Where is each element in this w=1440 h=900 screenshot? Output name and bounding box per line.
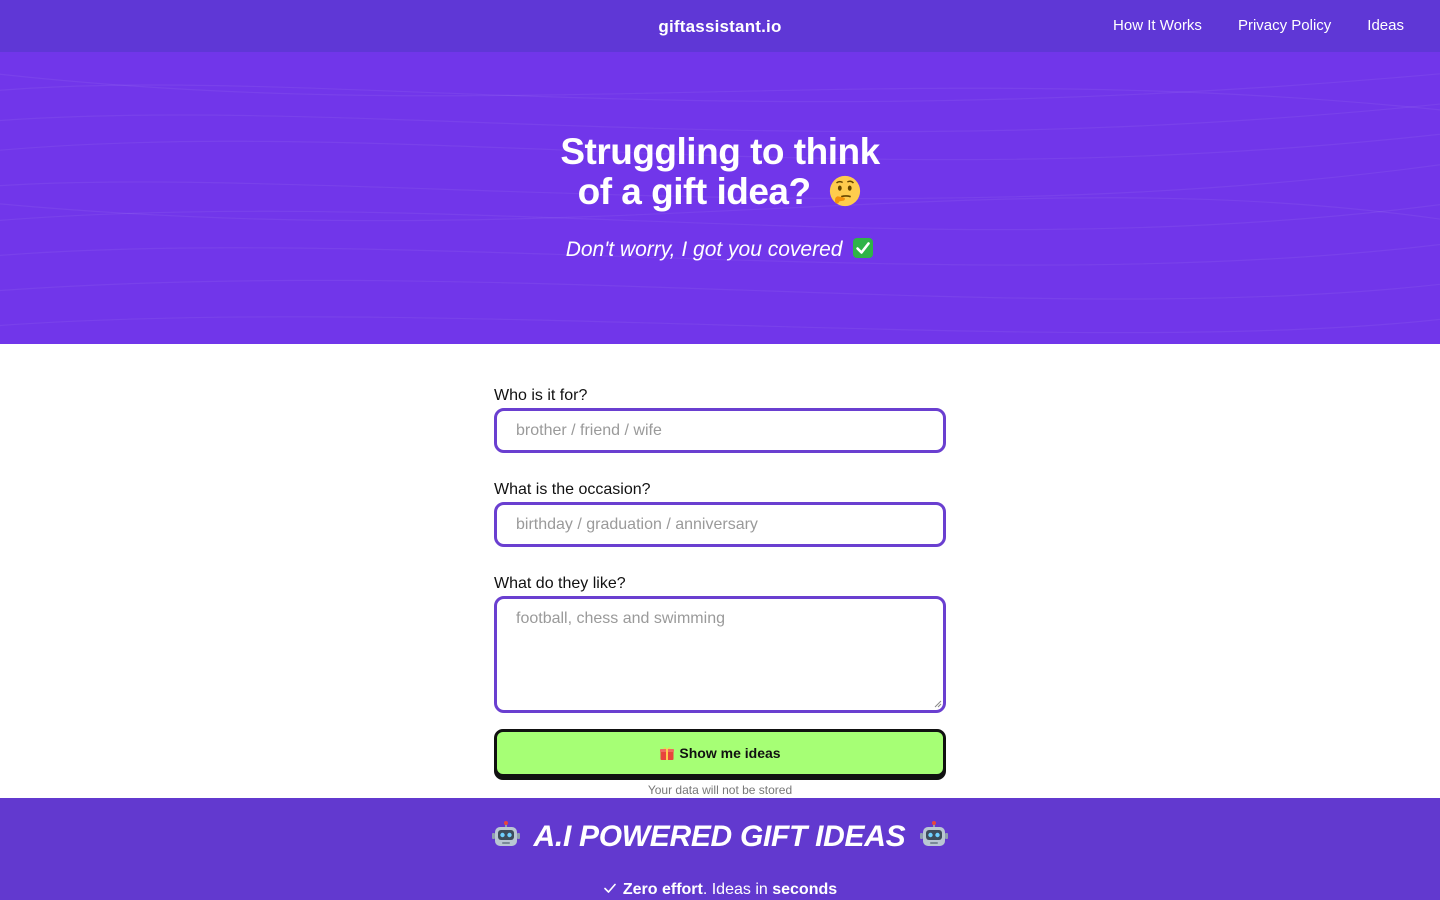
feature-item: Zero effort. Ideas in seconds [0,881,1440,899]
hero-subtitle-text: Don't worry, I got you covered [565,238,843,261]
likes-textarea[interactable] [494,596,946,713]
main-nav: How It Works Privacy Policy Ideas [1113,17,1404,34]
gift-icon [660,747,675,760]
top-navbar: giftassistant.io How It Works Privacy Po… [0,0,1440,52]
feature-bold-1: Zero effort [622,881,703,898]
check-box-icon [853,238,874,258]
feature-bold-2: seconds [772,881,838,898]
feature-text: . Ideas in [702,881,773,898]
features-title-text: A.I POWERED GIFT IDEAS [533,820,906,853]
show-ideas-button[interactable]: Show me ideas [494,729,946,777]
robot-icon [491,821,520,846]
likes-label: What do they like? [494,575,626,592]
thinking-face-icon [830,175,861,207]
checkmark-icon [604,883,616,893]
nav-ideas[interactable]: Ideas [1367,17,1404,34]
show-ideas-label: Show me ideas [679,745,781,761]
occasion-input[interactable] [494,502,946,547]
privacy-note: Your data will not be stored [647,783,793,797]
who-label: Who is it for? [494,387,588,404]
hero-section: Struggling to think of a gift idea? Don'… [0,52,1440,344]
features-section: A.I POWERED GIFT IDEAS Zero effort. Idea… [0,798,1440,900]
resize-handle-icon[interactable] [934,700,942,708]
who-input[interactable] [494,408,946,453]
hero-title-line2: of a gift idea? [577,171,812,212]
nav-privacy-policy[interactable]: Privacy Policy [1238,17,1331,34]
hero-title-line1: Struggling to think [560,131,880,172]
hero-title: Struggling to think of a gift idea? [0,132,1440,212]
nav-how-it-works[interactable]: How It Works [1113,17,1202,34]
robot-icon [920,821,949,846]
occasion-label: What is the occasion? [494,481,651,498]
features-title: A.I POWERED GIFT IDEAS [0,820,1440,854]
hero-subtitle: Don't worry, I got you covered [0,237,1440,262]
